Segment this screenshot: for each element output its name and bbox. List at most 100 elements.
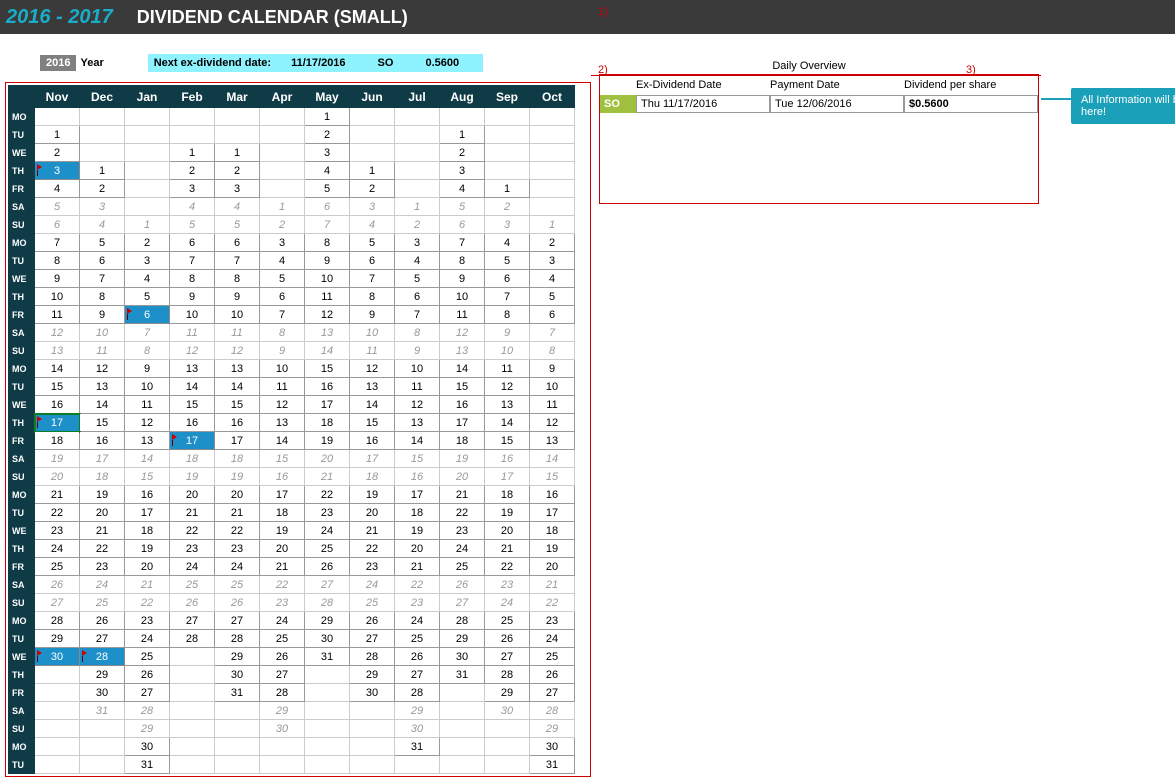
calendar-cell[interactable]: 12 bbox=[80, 360, 125, 378]
calendar-cell[interactable]: 18 bbox=[260, 504, 305, 522]
calendar-cell[interactable]: 7 bbox=[395, 306, 440, 324]
calendar-cell[interactable]: 21 bbox=[260, 558, 305, 576]
calendar-cell[interactable]: 9 bbox=[485, 324, 530, 342]
calendar-cell[interactable]: 23 bbox=[215, 540, 260, 558]
year-value-box[interactable]: 2016 bbox=[40, 55, 76, 71]
calendar-cell[interactable]: 20 bbox=[80, 504, 125, 522]
calendar-cell[interactable]: 27 bbox=[530, 684, 575, 702]
calendar-cell[interactable]: 11 bbox=[305, 288, 350, 306]
calendar-cell[interactable]: 7 bbox=[440, 234, 485, 252]
calendar-cell[interactable]: 14 bbox=[395, 432, 440, 450]
calendar-cell[interactable]: 2 bbox=[350, 180, 395, 198]
calendar-cell[interactable]: 18 bbox=[440, 432, 485, 450]
calendar-cell[interactable]: 1 bbox=[260, 198, 305, 216]
calendar-cell[interactable]: 29 bbox=[35, 630, 80, 648]
calendar-cell[interactable]: 9 bbox=[215, 288, 260, 306]
calendar-cell[interactable]: 16 bbox=[485, 450, 530, 468]
calendar-cell[interactable]: 19 bbox=[170, 468, 215, 486]
calendar-cell[interactable]: 18 bbox=[170, 450, 215, 468]
calendar-cell[interactable]: 15 bbox=[530, 468, 575, 486]
calendar-cell[interactable]: 17 bbox=[305, 396, 350, 414]
calendar-cell[interactable]: 10 bbox=[170, 306, 215, 324]
calendar-cell[interactable]: 29 bbox=[440, 630, 485, 648]
calendar-cell[interactable]: 8 bbox=[485, 306, 530, 324]
calendar-cell[interactable]: 22 bbox=[260, 576, 305, 594]
calendar-cell[interactable]: 12 bbox=[485, 378, 530, 396]
calendar-cell[interactable]: 1 bbox=[485, 180, 530, 198]
calendar-cell[interactable]: 4 bbox=[440, 180, 485, 198]
calendar-cell[interactable]: 22 bbox=[170, 522, 215, 540]
calendar-cell[interactable]: 30 bbox=[80, 684, 125, 702]
calendar-cell[interactable]: 16 bbox=[35, 396, 80, 414]
calendar-cell[interactable]: 1 bbox=[440, 126, 485, 144]
calendar-cell[interactable]: 7 bbox=[530, 324, 575, 342]
calendar-cell[interactable]: 7 bbox=[350, 270, 395, 288]
calendar-cell[interactable]: 1 bbox=[170, 144, 215, 162]
calendar-cell[interactable]: 13 bbox=[35, 342, 80, 360]
calendar-cell[interactable]: 25 bbox=[530, 648, 575, 666]
calendar-cell[interactable]: 17 bbox=[485, 468, 530, 486]
calendar-cell[interactable]: 9 bbox=[125, 360, 170, 378]
calendar-cell[interactable]: 3 bbox=[440, 162, 485, 180]
calendar-cell[interactable]: 27 bbox=[260, 666, 305, 684]
calendar-cell[interactable]: 21 bbox=[350, 522, 395, 540]
calendar-cell[interactable]: 5 bbox=[485, 252, 530, 270]
calendar-cell[interactable]: 12 bbox=[395, 396, 440, 414]
calendar-cell[interactable]: 12 bbox=[530, 414, 575, 432]
calendar-cell[interactable]: 28 bbox=[395, 684, 440, 702]
calendar-cell[interactable]: 18 bbox=[35, 432, 80, 450]
calendar-cell[interactable]: 28 bbox=[125, 702, 170, 720]
calendar-cell[interactable]: 15 bbox=[35, 378, 80, 396]
calendar-cell[interactable]: 14 bbox=[170, 378, 215, 396]
calendar-cell[interactable]: 28 bbox=[350, 648, 395, 666]
calendar-cell[interactable]: 9 bbox=[530, 360, 575, 378]
calendar-cell[interactable]: 18 bbox=[350, 468, 395, 486]
calendar-cell[interactable]: 13 bbox=[215, 360, 260, 378]
calendar-cell[interactable]: 27 bbox=[35, 594, 80, 612]
calendar-cell[interactable]: 13 bbox=[125, 432, 170, 450]
calendar-cell[interactable]: 19 bbox=[125, 540, 170, 558]
calendar-cell[interactable]: 24 bbox=[260, 612, 305, 630]
calendar-cell[interactable]: 11 bbox=[440, 306, 485, 324]
calendar-cell[interactable]: 28 bbox=[485, 666, 530, 684]
calendar-cell[interactable]: 6 bbox=[80, 252, 125, 270]
calendar-cell[interactable]: 28 bbox=[305, 594, 350, 612]
calendar-cell[interactable]: 25 bbox=[485, 612, 530, 630]
calendar-cell[interactable]: 23 bbox=[170, 540, 215, 558]
calendar-cell[interactable]: 1 bbox=[80, 162, 125, 180]
calendar-cell[interactable]: 2 bbox=[125, 234, 170, 252]
calendar-cell[interactable]: 24 bbox=[350, 576, 395, 594]
calendar-cell[interactable]: 30 bbox=[530, 738, 575, 756]
calendar-cell[interactable]: 26 bbox=[440, 576, 485, 594]
calendar-cell[interactable]: 3 bbox=[35, 162, 80, 180]
calendar-cell[interactable]: 22 bbox=[485, 558, 530, 576]
calendar-cell[interactable]: 24 bbox=[305, 522, 350, 540]
calendar-cell[interactable]: 28 bbox=[170, 630, 215, 648]
calendar-cell[interactable]: 2 bbox=[35, 144, 80, 162]
calendar-cell[interactable]: 3 bbox=[485, 216, 530, 234]
calendar-cell[interactable]: 30 bbox=[35, 648, 80, 666]
calendar-cell[interactable]: 19 bbox=[440, 450, 485, 468]
calendar-cell[interactable]: 21 bbox=[215, 504, 260, 522]
calendar-cell[interactable]: 9 bbox=[395, 342, 440, 360]
calendar-cell[interactable]: 8 bbox=[80, 288, 125, 306]
calendar-cell[interactable]: 9 bbox=[80, 306, 125, 324]
calendar-cell[interactable]: 15 bbox=[440, 378, 485, 396]
calendar-cell[interactable]: 9 bbox=[350, 306, 395, 324]
calendar-cell[interactable]: 13 bbox=[260, 414, 305, 432]
calendar-cell[interactable]: 31 bbox=[530, 756, 575, 774]
calendar-cell[interactable]: 21 bbox=[485, 540, 530, 558]
calendar-cell[interactable]: 21 bbox=[170, 504, 215, 522]
calendar-cell[interactable]: 10 bbox=[440, 288, 485, 306]
calendar-cell[interactable]: 2 bbox=[170, 162, 215, 180]
calendar-cell[interactable]: 31 bbox=[80, 702, 125, 720]
calendar-cell[interactable]: 18 bbox=[305, 414, 350, 432]
calendar-cell[interactable]: 26 bbox=[170, 594, 215, 612]
calendar-cell[interactable]: 16 bbox=[170, 414, 215, 432]
calendar-cell[interactable]: 24 bbox=[395, 612, 440, 630]
calendar-cell[interactable]: 24 bbox=[485, 594, 530, 612]
calendar-cell[interactable]: 8 bbox=[395, 324, 440, 342]
calendar-cell[interactable]: 20 bbox=[350, 504, 395, 522]
calendar-cell[interactable]: 20 bbox=[125, 558, 170, 576]
calendar-cell[interactable]: 3 bbox=[80, 198, 125, 216]
